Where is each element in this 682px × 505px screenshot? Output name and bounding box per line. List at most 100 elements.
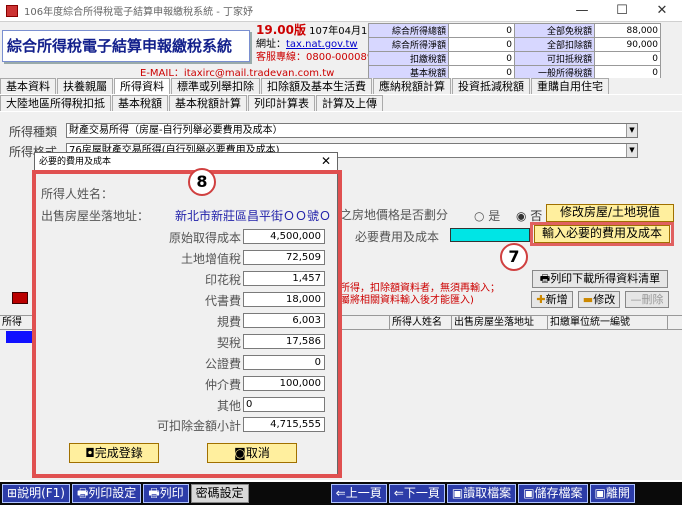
modify-value-button[interactable]: 修改房屋/土地現值 — [546, 204, 674, 222]
import-icon[interactable] — [12, 292, 28, 304]
summary-value: 88,000 — [594, 23, 661, 38]
edit-label: 修改 — [593, 293, 616, 306]
tab2-1[interactable]: 基本稅額 — [112, 95, 168, 111]
summary-value: 0 — [448, 23, 515, 38]
save-icon: ▣ — [523, 486, 535, 500]
summary-value: 0 — [448, 51, 515, 66]
summary-label: 全部扣除額 — [514, 37, 595, 52]
summary-row: 綜合所得淨額 0 — [368, 37, 515, 52]
version-label: 19.00版 — [256, 23, 306, 37]
notice-line-1: 所得，扣除額資料者，無須再輸入； — [340, 283, 500, 294]
tab-6[interactable]: 投資抵減稅額 — [452, 78, 530, 94]
enter-cost-button[interactable]: 輸入必要的費用及成本 — [534, 225, 670, 243]
toolbar-label: 密碼設定 — [195, 486, 244, 500]
toolbar-button-5[interactable]: ⇐下一頁 — [388, 484, 445, 503]
delete-label: 刪除 — [641, 293, 664, 306]
print-list-button[interactable]: 🖶列印下載所得資料清單 — [532, 270, 668, 288]
toolbar-label: 儲存檔案 — [534, 486, 583, 500]
tab2-0[interactable]: 大陸地區所得稅扣抵 — [0, 95, 111, 111]
tab-5[interactable]: 應納稅額計算 — [373, 78, 451, 94]
add-button[interactable]: ✚新增 — [531, 291, 573, 308]
tab-7[interactable]: 重購自用住宅 — [531, 78, 609, 94]
app-icon — [6, 4, 18, 17]
income-type-select[interactable]: 財產交易所得（房屋-自行列舉必要費用及成本） ▼ — [66, 123, 638, 138]
website-label: 網址： — [256, 39, 286, 50]
toolbar-button-8[interactable]: ▣離開 — [589, 484, 635, 503]
summary-row: 可扣抵稅額 0 — [514, 51, 661, 66]
window-title: 106年度綜合所得稅電子結算申報繳稅系統 - 丁家妤 — [24, 7, 254, 18]
folder-open-icon: ▣ — [451, 486, 464, 500]
radio-no-label: 否 — [530, 209, 543, 223]
printer-icon: 🖶 — [148, 486, 160, 500]
dialog-close-button[interactable]: ✕ — [321, 154, 331, 168]
summary-label: 綜合所得淨額 — [368, 37, 449, 52]
minus-icon: — — [630, 293, 642, 306]
summary-label: 綜合所得總額 — [368, 23, 449, 38]
chevron-down-icon: ▼ — [626, 124, 637, 137]
plus-icon: ✚ — [536, 293, 546, 306]
toolbar-button-0[interactable]: ⊞說明(F1) — [2, 484, 70, 503]
toolbar-button-2[interactable]: 🖶列印 — [143, 484, 189, 503]
notice-line-2: 屬將相關資料輸入後才能匯入) — [340, 295, 474, 306]
summary-value: 90,000 — [594, 37, 661, 52]
summary-value: 0 — [594, 51, 661, 66]
delete-button[interactable]: —刪除 — [625, 291, 669, 308]
add-label: 新增 — [545, 293, 568, 306]
toolbar-button-6[interactable]: ▣讀取檔案 — [446, 484, 517, 503]
exit-icon: ▣ — [594, 486, 606, 500]
printer-settings-icon: 🖶 — [76, 486, 89, 500]
necessary-cost-label: 必要費用及成本 — [355, 230, 440, 244]
toolbar-label: 說明(F1) — [17, 486, 65, 500]
toolbar-button-3[interactable]: 密碼設定 — [190, 484, 249, 503]
print-icon: 🖶 — [539, 272, 551, 285]
tab-0[interactable]: 基本資料 — [0, 78, 56, 94]
radio-yes[interactable]: ○ 是 — [474, 207, 500, 224]
print-list-label: 列印下載所得資料清單 — [550, 272, 661, 285]
tab-row-1: 基本資料 扶養親屬 所得資料 標準或列舉扣除 扣除額及基本生活費 應納稅額計算 投資抵減稅額… — [0, 78, 682, 94]
income-type-label: 所得種類 — [9, 125, 58, 139]
tab-1[interactable]: 扶養親屬 — [57, 78, 113, 94]
tab-2[interactable]: 所得資料 — [114, 78, 170, 94]
toolbar-button-1[interactable]: 🖶列印設定 — [71, 484, 142, 503]
toolbar-label: 下一頁 — [403, 486, 440, 500]
chevron-down-icon: ▼ — [626, 144, 637, 157]
toolbar-button-4[interactable]: ⇐上一頁 — [330, 484, 387, 503]
brand-title: 綜合所得稅電子結算申報繳稅系統 — [2, 30, 250, 62]
notice-text: 所得，扣除額資料者，無須再輸入； 屬將相關資料輸入後才能匯入) — [340, 283, 500, 307]
arrow-right-icon: ⇐ — [393, 486, 404, 500]
tab2-3[interactable]: 列印計算表 — [248, 95, 315, 111]
summary-value: 0 — [448, 37, 515, 52]
tab2-4[interactable]: 計算及上傳 — [316, 95, 383, 111]
step8-marker: 8 — [188, 168, 216, 196]
summary-row: 全部扣除額 90,000 — [514, 37, 661, 52]
list-col-2: 出售房屋坐落地址 — [452, 316, 548, 329]
arrow-left-icon: ⇐ — [335, 486, 346, 500]
toolbar-button-7[interactable]: ▣儲存檔案 — [518, 484, 588, 503]
tab2-2[interactable]: 基本稅額計算 — [169, 95, 247, 111]
summary-label: 全部免稅額 — [514, 23, 595, 38]
step7-marker: 7 — [500, 243, 528, 271]
summary-row: 綜合所得總額 0 — [368, 23, 515, 38]
minus-icon: ▬ — [582, 293, 594, 306]
toolbar-label: 上一頁 — [345, 486, 382, 500]
tab-4[interactable]: 扣除額及基本生活費 — [261, 78, 372, 94]
minimize-button[interactable]: — — [562, 0, 602, 22]
summary-row: 扣繳稅額 0 — [368, 51, 515, 66]
maximize-button[interactable]: ☐ — [602, 0, 642, 22]
toolbar-label: 讀取檔案 — [463, 486, 512, 500]
split-question-label: 之房地價格是否劃分 — [340, 208, 449, 222]
list-col-1: 所得人姓名 — [390, 316, 452, 329]
summary-label: 可扣抵稅額 — [514, 51, 595, 66]
email-text: E-MAIL：itaxirc@mail.tradevan.com.tw — [140, 68, 335, 79]
step8-highlight — [32, 170, 342, 478]
dialog-title: 必要的費用及成本 — [35, 153, 337, 171]
website-link[interactable]: tax.nat.gov.tw — [286, 39, 358, 50]
tab-3[interactable]: 標準或列舉扣除 — [171, 78, 260, 94]
edit-button[interactable]: ▬修改 — [578, 291, 620, 308]
bottom-toolbar: ⊞說明(F1) 🖶列印設定 🖶列印 密碼設定 ⇐上一頁 ⇐下一頁 ▣讀取檔案 ▣儲存檔案 ▣離開 — [0, 482, 682, 505]
close-window-button[interactable]: ✕ — [642, 0, 682, 22]
tab-row-2: 大陸地區所得稅扣抵 基本稅額 基本稅額計算 列印計算表 計算及上傳 — [0, 95, 682, 111]
income-type-value: 財產交易所得（房屋-自行列舉必要費用及成本） — [69, 125, 283, 136]
summary-row: 全部免稅額 88,000 — [514, 23, 661, 38]
toolbar-label: 列印 — [159, 486, 184, 500]
